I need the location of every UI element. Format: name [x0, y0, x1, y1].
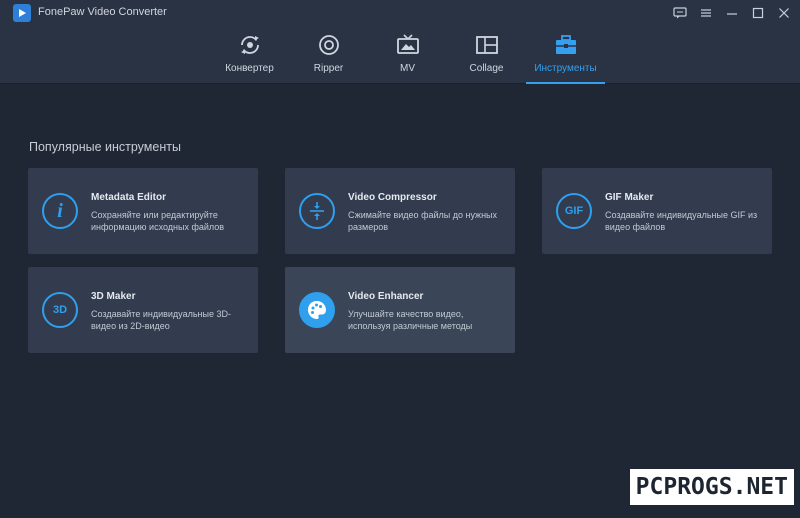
tab-label: MV	[400, 63, 415, 74]
tab-label: Collage	[469, 63, 504, 74]
tool-card-metadata-editor[interactable]: i Metadata Editor Сохраняйте или редакти…	[28, 168, 258, 254]
tab-label: Ripper	[313, 63, 344, 74]
tool-card-video-compressor[interactable]: Video Compressor Сжимайте видео файлы до…	[285, 168, 515, 254]
tool-card-3d-maker[interactable]: 3D 3D Maker Создавайте индивидуальные 3D…	[28, 267, 258, 353]
tool-description: Улучшайте качество видео, используя разл…	[348, 309, 473, 331]
feedback-icon[interactable]	[672, 5, 688, 21]
close-icon[interactable]	[776, 5, 792, 21]
menu-icon[interactable]	[698, 5, 714, 21]
info-icon: i	[42, 193, 78, 229]
section-title: Популярные инструменты	[29, 140, 181, 154]
tab-converter[interactable]: Конвертер	[210, 32, 289, 84]
toolbox-icon	[554, 32, 578, 58]
tab-ripper[interactable]: Ripper	[289, 32, 368, 84]
palette-icon	[299, 292, 335, 328]
tool-description: Сохраняйте или редактируйте информацию и…	[91, 210, 225, 232]
top-bar: FonePaw Video Converter Конвертер Ripper…	[0, 0, 800, 84]
3d-icon: 3D	[42, 292, 78, 328]
tab-label: Инструменты	[534, 63, 597, 74]
collage-icon	[475, 32, 499, 58]
gif-icon: GIF	[556, 193, 592, 229]
app-title: FonePaw Video Converter	[38, 6, 167, 18]
tool-description: Создавайте индивидуальные GIF из видео ф…	[605, 210, 758, 232]
tab-tools[interactable]: Инструменты	[526, 32, 605, 84]
tool-card-gif-maker[interactable]: GIF GIF Maker Создавайте индивидуальные …	[542, 168, 772, 254]
title-bar: FonePaw Video Converter	[0, 0, 800, 26]
tool-description: Создавайте индивидуальные 3D-видео из 2D…	[91, 309, 231, 331]
maximize-icon[interactable]	[750, 5, 766, 21]
app-logo-icon	[13, 4, 31, 22]
window-controls	[672, 5, 792, 21]
tool-title: 3D Maker	[91, 291, 136, 302]
tool-card-video-enhancer[interactable]: Video Enhancer Улучшайте качество видео,…	[285, 267, 515, 353]
tool-title: Metadata Editor	[91, 192, 167, 203]
compress-icon	[299, 193, 335, 229]
tab-label: Конвертер	[225, 63, 274, 74]
tab-mv[interactable]: MV	[368, 32, 447, 84]
tool-description: Сжимайте видео файлы до нужных размеров	[348, 210, 498, 232]
tool-title: GIF Maker	[605, 192, 654, 203]
tv-icon	[396, 32, 420, 58]
minimize-icon[interactable]	[724, 5, 740, 21]
watermark: PCPROGS.NET	[629, 469, 794, 505]
3d-icon-text: 3D	[52, 304, 68, 316]
convert-icon	[238, 32, 262, 58]
tool-title: Video Compressor	[348, 192, 437, 203]
tool-title: Video Enhancer	[348, 291, 424, 302]
app-window: FonePaw Video Converter Конвертер Ripper…	[0, 0, 800, 518]
main-nav: Конвертер Ripper MV Collage Инструменты	[210, 32, 605, 84]
disc-icon	[317, 32, 341, 58]
tab-collage[interactable]: Collage	[447, 32, 526, 84]
gif-icon-text: GIF	[564, 205, 584, 217]
